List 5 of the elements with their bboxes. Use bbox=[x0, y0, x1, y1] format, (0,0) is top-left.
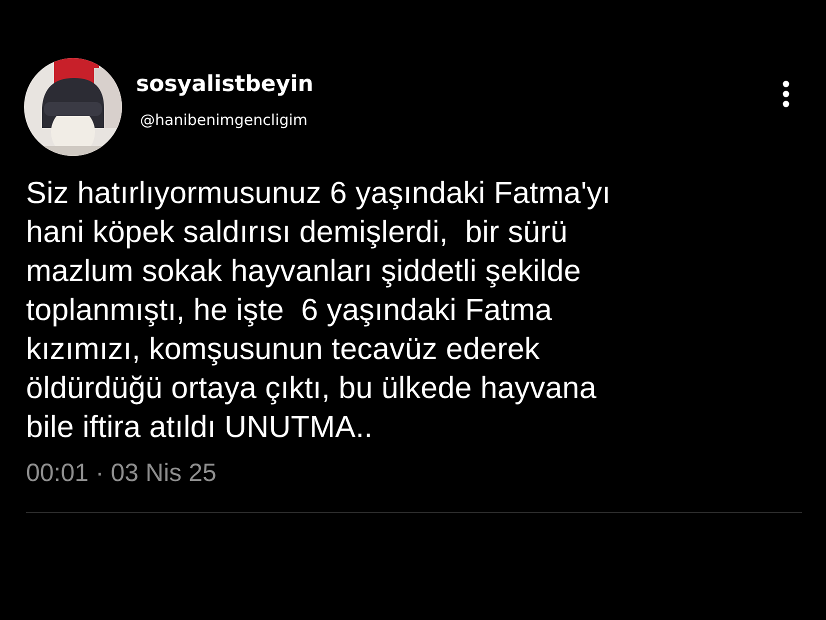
post-text: Siz hatırlıyormusunuz 6 yaşındaki Fatma'yı hani köpek saldırısı demişlerdi, bir sürü mazlum sokak hayvanları şiddetli şekilde toplanmıştı, he işte 6 yaşındaki Fatma kızımızı, komşusunun tecavüz ederek öldürdüğü ortaya çıktı, bu ülkede hayvana bile iftira atıldı UNUTMA.. bbox=[26, 175, 612, 446]
author-handle[interactable]: @hanibenimgencligim bbox=[140, 111, 768, 129]
post-timestamp: 00:01 · 03 Nis 25 bbox=[26, 459, 216, 488]
more-options-icon[interactable] bbox=[782, 80, 790, 108]
author-name[interactable]: sosyalistbeyin bbox=[136, 72, 768, 97]
